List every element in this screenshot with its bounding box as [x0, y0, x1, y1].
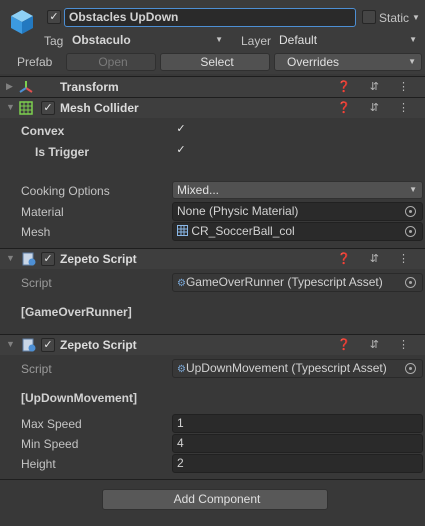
- mesh-icon: [177, 225, 188, 236]
- mesh-collider-header[interactable]: ▼ ✓ Mesh Collider ❓ ⇵ ⋮: [0, 97, 425, 118]
- typescript-asset-icon: ⚙: [177, 278, 186, 289]
- chevron-down-icon: ▼: [215, 35, 223, 44]
- static-dropdown-arrow[interactable]: ▼: [412, 13, 420, 22]
- zepeto-script-header-1[interactable]: ▼ ✓ Zepeto Script ❓ ⇵ ⋮: [0, 248, 425, 269]
- material-label: Material: [21, 205, 64, 219]
- cooking-options-label: Cooking Options: [21, 184, 110, 198]
- script-2-value: UpDownMovement (Typescript Asset): [185, 361, 387, 375]
- chevron-down-icon: ▼: [409, 35, 417, 44]
- component-header-icons[interactable]: ❓ ⇵ ⋮: [337, 252, 417, 265]
- material-value: None (Physic Material): [177, 204, 299, 218]
- component-header-icons[interactable]: ❓ ⇵ ⋮: [337, 80, 417, 93]
- script-icon: [22, 338, 36, 352]
- foldout-arrow-icon[interactable]: ▼: [6, 253, 15, 263]
- transform-title: Transform: [60, 80, 119, 94]
- mesh-collider-enabled-checkbox[interactable]: ✓: [41, 101, 55, 115]
- min-speed-label: Min Speed: [21, 437, 79, 451]
- chevron-down-icon: ▼: [409, 185, 417, 194]
- material-field[interactable]: None (Physic Material): [172, 202, 423, 221]
- max-speed-input[interactable]: 1: [172, 414, 423, 433]
- active-checkbox[interactable]: ✓: [47, 10, 61, 24]
- tag-label: Tag: [44, 34, 64, 48]
- script-1-class-label: [GameOverRunner]: [21, 305, 132, 319]
- object-picker-icon[interactable]: [405, 206, 416, 217]
- max-speed-label: Max Speed: [21, 417, 82, 431]
- object-picker-icon[interactable]: [405, 277, 416, 288]
- script-2-label: Script: [21, 362, 52, 376]
- mesh-collider-title: Mesh Collider: [60, 101, 139, 115]
- height-input[interactable]: 2: [172, 454, 423, 473]
- script-1-label: Script: [21, 276, 52, 290]
- cube-icon: [11, 10, 33, 34]
- zepeto-script-2-title: Zepeto Script: [60, 338, 137, 352]
- object-picker-icon[interactable]: [405, 363, 416, 374]
- zepeto-script-header-2[interactable]: ▼ ✓ Zepeto Script ❓ ⇵ ⋮: [0, 334, 425, 355]
- static-checkbox[interactable]: [362, 10, 376, 24]
- foldout-arrow-icon[interactable]: ▶: [6, 81, 13, 92]
- script-icon: [22, 252, 36, 266]
- component-header-icons[interactable]: ❓ ⇵ ⋮: [337, 101, 417, 114]
- foldout-arrow-icon[interactable]: ▼: [6, 102, 15, 112]
- object-picker-icon[interactable]: [405, 226, 416, 237]
- transform-icon: [19, 81, 33, 93]
- script-2-class-label: [UpDownMovement]: [21, 391, 137, 405]
- prefab-select-label: Select: [200, 55, 234, 69]
- height-label: Height: [21, 457, 56, 471]
- is-trigger-label: Is Trigger: [35, 145, 90, 159]
- prefab-select-button[interactable]: Select: [160, 53, 270, 71]
- prefab-overrides-label: Overrides: [287, 55, 340, 69]
- zepeto-script-1-title: Zepeto Script: [60, 252, 137, 266]
- prefab-overrides-dropdown[interactable]: Overrides ▼: [274, 53, 422, 71]
- add-component-label: Add Component: [173, 492, 261, 506]
- script-1-field[interactable]: ⚙GameOverRunner (Typescript Asset): [172, 273, 423, 292]
- foldout-arrow-icon[interactable]: ▼: [6, 339, 15, 349]
- cooking-options-value: Mixed...: [177, 183, 220, 197]
- prefab-open-button[interactable]: Open: [66, 53, 156, 71]
- script-2-field[interactable]: ⚙UpDownMovement (Typescript Asset): [172, 359, 423, 378]
- prefab-label: Prefab: [17, 55, 53, 69]
- mesh-value: CR_SoccerBall_col: [191, 224, 295, 238]
- mesh-label: Mesh: [21, 225, 51, 239]
- transform-header[interactable]: ▶ Transform ❓ ⇵ ⋮: [0, 76, 425, 97]
- zepeto-script-1-enabled-checkbox[interactable]: ✓: [41, 252, 55, 266]
- divider: [0, 479, 425, 480]
- layer-dropdown[interactable]: Default ▼: [275, 32, 422, 50]
- chevron-down-icon: ▼: [408, 57, 416, 66]
- is-trigger-checkbox[interactable]: ✓: [174, 144, 188, 158]
- layer-label: Layer: [241, 34, 272, 48]
- add-component-button[interactable]: Add Component: [102, 489, 328, 510]
- layer-value: Default: [279, 33, 318, 47]
- convex-checkbox[interactable]: ✓: [174, 123, 188, 137]
- mesh-field[interactable]: CR_SoccerBall_col: [172, 222, 423, 241]
- script-1-value: GameOverRunner (Typescript Asset): [185, 275, 383, 289]
- typescript-asset-icon: ⚙: [177, 364, 186, 375]
- tag-value: Obstaculo: [72, 33, 131, 47]
- zepeto-script-2-enabled-checkbox[interactable]: ✓: [41, 338, 55, 352]
- convex-label: Convex: [21, 124, 65, 138]
- min-speed-input[interactable]: 4: [172, 434, 423, 453]
- component-header-icons[interactable]: ❓ ⇵ ⋮: [337, 338, 417, 351]
- static-label[interactable]: Static: [379, 11, 409, 25]
- tag-dropdown[interactable]: Obstaculo ▼: [68, 32, 228, 50]
- prefab-open-label: Open: [98, 55, 128, 69]
- cooking-options-dropdown[interactable]: Mixed... ▼: [172, 181, 423, 199]
- object-name-input[interactable]: Obstacles UpDown: [64, 8, 356, 27]
- mesh-collider-icon: [19, 101, 33, 115]
